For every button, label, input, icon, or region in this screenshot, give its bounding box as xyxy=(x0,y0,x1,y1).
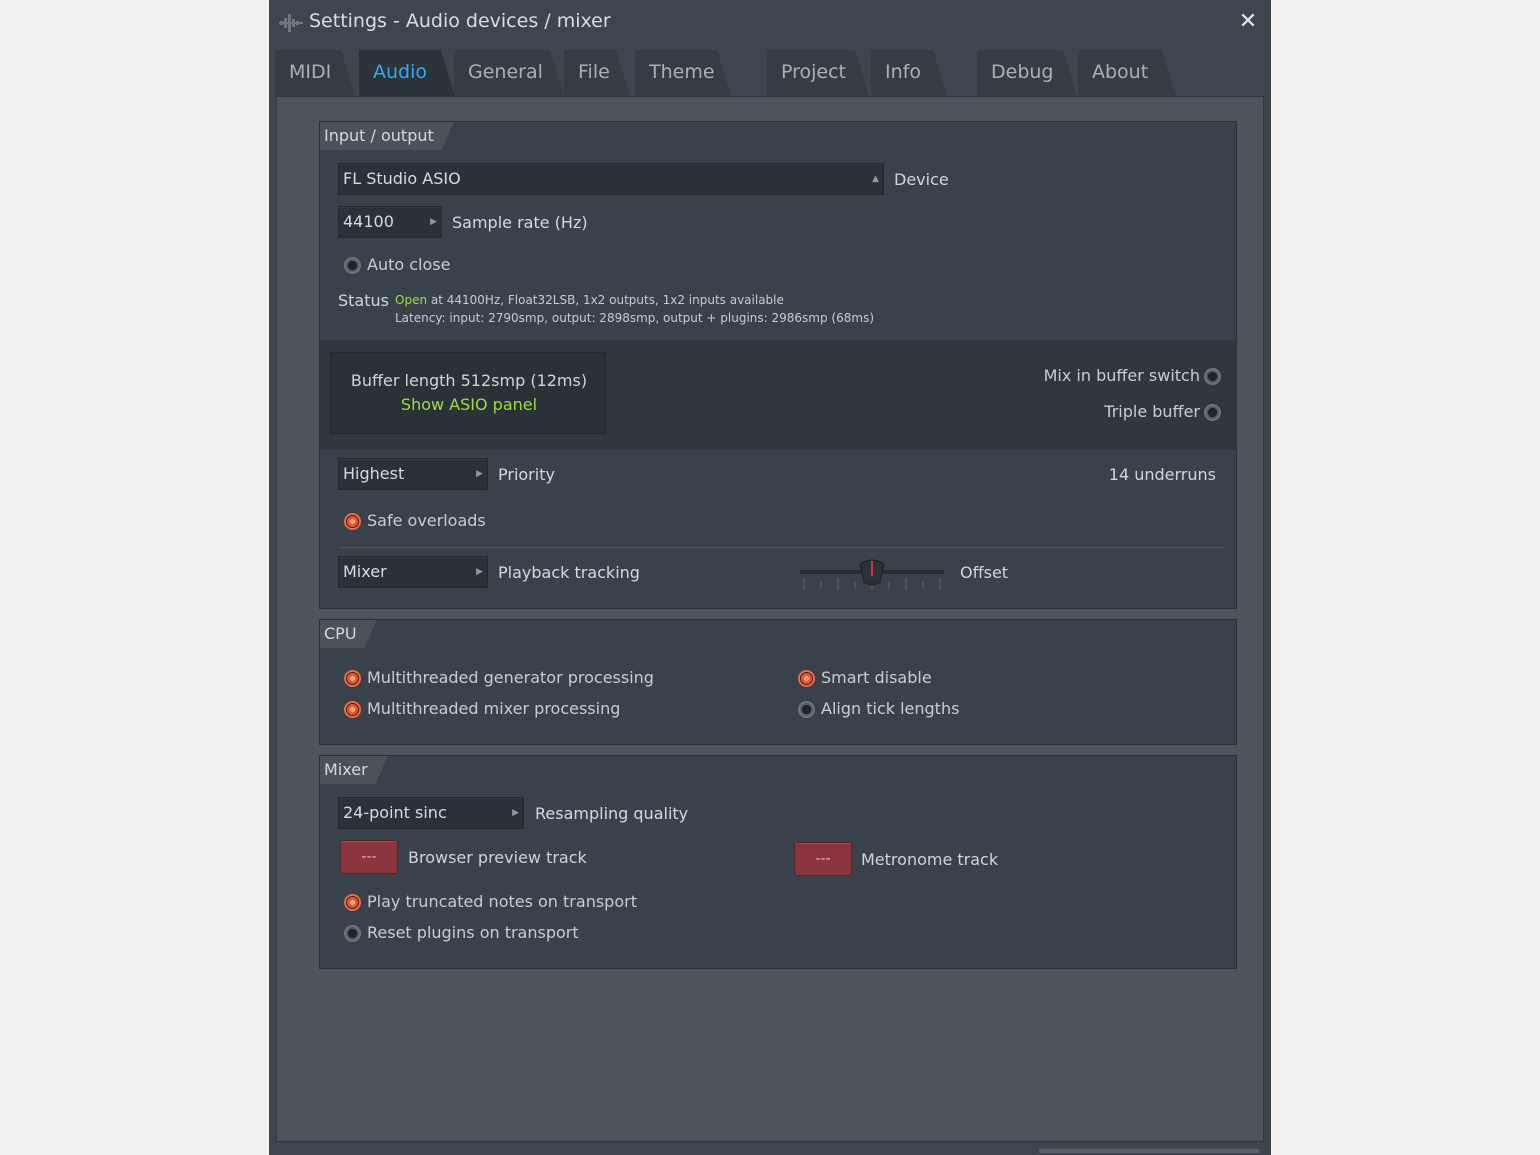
tracking-value: Mixer xyxy=(343,562,387,581)
status-latency: Latency: input: 2790smp, output: 2898smp… xyxy=(395,311,875,325)
status-line-1-rest: at 44100Hz, Float32LSB, 1x2 outputs, 1x2… xyxy=(427,293,784,307)
underruns-count: 14 underruns xyxy=(1108,465,1216,484)
buffer-length-button[interactable]: Buffer length 512smp (12ms) Show ASIO pa… xyxy=(330,352,606,434)
triple-buffer-label: Triple buffer xyxy=(1104,402,1200,421)
play-truncated-checkbox[interactable] xyxy=(344,894,361,911)
browser-preview-label: Browser preview track xyxy=(408,848,587,867)
buffer-length-text: Buffer length 512smp (12ms) xyxy=(350,371,588,390)
chevron-up-icon: ▲ xyxy=(872,174,879,184)
input-output-section: Input / output FL Studio ASIO ▲ Device 4… xyxy=(319,121,1237,609)
sample-rate-dropdown[interactable]: 44100 ▶ xyxy=(338,206,442,238)
section-title-io: Input / output xyxy=(320,122,454,150)
resampling-value: 24-point sinc xyxy=(343,803,447,822)
device-value: FL Studio ASIO xyxy=(343,169,461,188)
mt-generator-label: Multithreaded generator processing xyxy=(367,668,654,687)
metronome-label: Metronome track xyxy=(861,850,999,869)
horizontal-scrollbar[interactable] xyxy=(1039,1149,1259,1153)
reset-plugins-checkbox[interactable] xyxy=(344,925,361,942)
priority-label: Priority xyxy=(498,465,555,484)
mt-generator-checkbox[interactable] xyxy=(344,670,361,687)
divider xyxy=(340,547,1224,548)
tab-audio[interactable]: Audio xyxy=(359,50,455,96)
playback-tracking-label: Playback tracking xyxy=(498,563,640,582)
settings-body: Input / output FL Studio ASIO ▲ Device 4… xyxy=(276,96,1264,1142)
reset-plugins-label: Reset plugins on transport xyxy=(367,923,579,942)
offset-label: Offset xyxy=(960,563,1009,582)
chevron-right-icon: ▶ xyxy=(476,469,483,479)
align-tick-label: Align tick lengths xyxy=(821,699,960,718)
status-label: Status xyxy=(338,291,389,310)
mix-in-buffer-label: Mix in buffer switch xyxy=(1043,366,1200,385)
safe-overloads-checkbox[interactable] xyxy=(344,513,361,530)
playback-tracking-dropdown[interactable]: Mixer ▶ xyxy=(338,556,488,588)
chevron-right-icon: ▶ xyxy=(512,808,519,818)
slider-knob[interactable] xyxy=(859,559,885,586)
resampling-label: Resampling quality xyxy=(535,804,689,823)
resampling-dropdown[interactable]: 24-point sinc ▶ xyxy=(338,797,524,829)
play-truncated-label: Play truncated notes on transport xyxy=(367,892,637,911)
browser-preview-track-button[interactable]: --- xyxy=(340,840,398,874)
mt-mixer-label: Multithreaded mixer processing xyxy=(367,699,621,718)
tab-general[interactable]: General xyxy=(454,50,564,96)
fl-waveform-icon xyxy=(279,14,303,32)
triple-buffer-checkbox[interactable] xyxy=(1204,404,1221,421)
mixer-section: Mixer 24-point sinc ▶ Resampling quality… xyxy=(319,755,1237,969)
metronome-track-button[interactable]: --- xyxy=(794,842,852,876)
auto-close-checkbox[interactable] xyxy=(344,257,361,274)
tab-theme[interactable]: Theme xyxy=(635,50,731,96)
tab-debug[interactable]: Debug xyxy=(977,50,1077,96)
cpu-section: CPU Multithreaded generator processing M… xyxy=(319,619,1237,745)
tab-midi[interactable]: MIDI xyxy=(275,50,355,96)
safe-overloads-label: Safe overloads xyxy=(367,511,486,530)
settings-window: Settings - Audio devices / mixer ✕ MIDI … xyxy=(269,0,1271,1155)
device-label: Device xyxy=(894,170,949,189)
show-asio-panel-link[interactable]: Show ASIO panel xyxy=(331,395,607,414)
align-tick-checkbox[interactable] xyxy=(798,701,815,718)
sample-rate-label: Sample rate (Hz) xyxy=(452,213,588,232)
tab-about[interactable]: About xyxy=(1078,50,1176,96)
priority-dropdown[interactable]: Highest ▶ xyxy=(338,458,488,490)
smart-disable-checkbox[interactable] xyxy=(798,670,815,687)
auto-close-label: Auto close xyxy=(367,255,451,274)
sample-rate-value: 44100 xyxy=(343,212,394,231)
smart-disable-label: Smart disable xyxy=(821,668,932,687)
section-title-mixer: Mixer xyxy=(320,756,388,784)
close-icon[interactable]: ✕ xyxy=(1235,8,1261,36)
buffer-band: Buffer length 512smp (12ms) Show ASIO pa… xyxy=(320,340,1236,450)
title-bar[interactable]: Settings - Audio devices / mixer ✕ xyxy=(269,0,1271,46)
window-title: Settings - Audio devices / mixer xyxy=(309,10,611,32)
device-dropdown[interactable]: FL Studio ASIO ▲ xyxy=(338,163,884,195)
status-open: Open xyxy=(395,293,428,307)
tab-file[interactable]: File xyxy=(564,50,630,96)
tab-project[interactable]: Project xyxy=(767,50,869,96)
chevron-right-icon: ▶ xyxy=(430,217,437,227)
status-line-1: Open at 44100Hz, Float32LSB, 1x2 outputs… xyxy=(395,293,784,307)
tab-info[interactable]: Info xyxy=(871,50,947,96)
chevron-right-icon: ▶ xyxy=(476,567,483,577)
section-title-cpu: CPU xyxy=(320,620,377,648)
priority-value: Highest xyxy=(343,464,405,483)
mix-in-buffer-checkbox[interactable] xyxy=(1204,368,1221,385)
mt-mixer-checkbox[interactable] xyxy=(344,701,361,718)
offset-slider[interactable] xyxy=(798,554,948,594)
